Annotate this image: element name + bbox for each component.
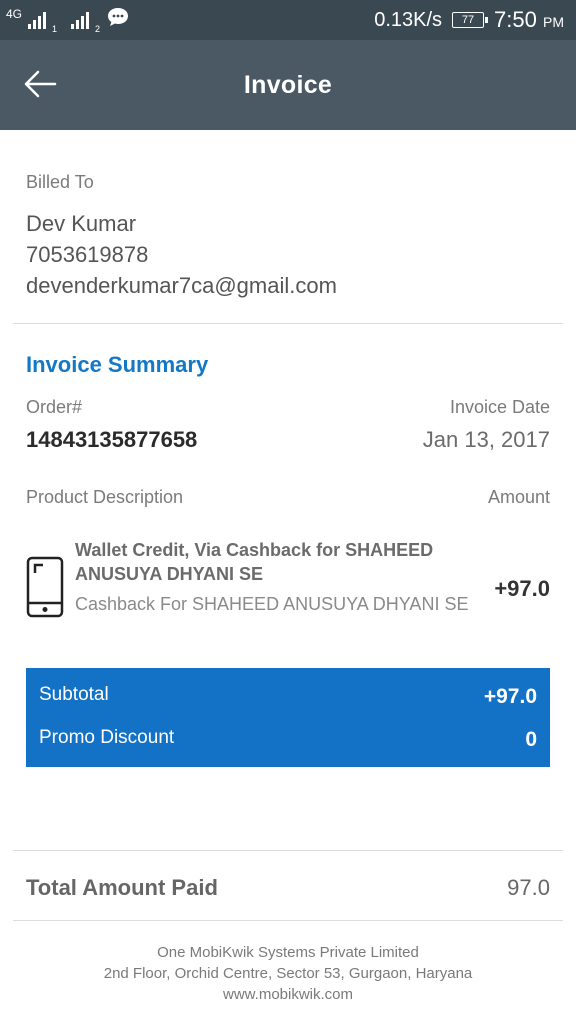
invoice-date: Jan 13, 2017 bbox=[422, 427, 550, 452]
chat-notification-icon bbox=[106, 6, 130, 34]
clock: 7:50 PM bbox=[494, 7, 564, 33]
sim1-label: 1 bbox=[52, 24, 58, 34]
customer-phone: 7053619878 bbox=[26, 242, 149, 267]
customer-name: Dev Kumar bbox=[26, 211, 137, 236]
item-subtitle: Cashback For SHAHEED ANUSUYA DHYANI SE bbox=[75, 594, 469, 614]
order-label: Order# bbox=[26, 397, 83, 417]
divider bbox=[13, 323, 563, 324]
signal-strength-icon bbox=[71, 11, 90, 29]
total-amount-paid-value: 97.0 bbox=[507, 875, 550, 900]
signal-strength-icon bbox=[28, 11, 47, 29]
invoice-summary-title: Invoice Summary bbox=[26, 352, 209, 377]
billed-to-label: Billed To bbox=[26, 172, 94, 192]
battery-icon: 77 bbox=[452, 12, 489, 28]
footer-address: 2nd Floor, Orchid Centre, Sector 53, Gur… bbox=[103, 965, 473, 982]
promo-discount-value: 0 bbox=[525, 728, 537, 751]
clock-ampm: PM bbox=[543, 14, 564, 30]
mobile-phone-icon bbox=[26, 556, 64, 618]
footer-company: One MobiKwik Systems Private Limited bbox=[157, 944, 419, 961]
subtotal-value: +97.0 bbox=[483, 685, 537, 708]
divider bbox=[13, 850, 563, 851]
back-button[interactable] bbox=[20, 64, 60, 104]
sim2-label: 2 bbox=[95, 24, 101, 34]
status-right: 0.13K/s 77 7:50 PM bbox=[374, 7, 564, 33]
app-bar: Invoice bbox=[0, 40, 576, 130]
billed-to-details: Dev Kumar 7053619878 devenderkumar7ca@gm… bbox=[26, 208, 337, 301]
network-speed: 0.13K/s bbox=[374, 8, 443, 31]
footer: One MobiKwik Systems Private Limited 2nd… bbox=[0, 942, 576, 1005]
promo-discount-label: Promo Discount bbox=[39, 727, 175, 748]
status-left: 4G 1 2 bbox=[6, 6, 130, 34]
page-title: Invoice bbox=[243, 70, 333, 99]
totals-box: Subtotal +97.0 Promo Discount 0 bbox=[26, 668, 550, 767]
subtotal-label: Subtotal bbox=[39, 684, 109, 705]
order-number: 14843135877658 bbox=[26, 427, 198, 452]
amount-header: Amount bbox=[487, 487, 550, 507]
customer-email: devenderkumar7ca@gmail.com bbox=[26, 273, 337, 298]
product-description-header: Product Description bbox=[26, 487, 184, 507]
item-amount: +97.0 bbox=[494, 576, 550, 601]
item-title: Wallet Credit, Via Cashback for SHAHEED … bbox=[75, 540, 434, 584]
battery-level: 77 bbox=[461, 14, 475, 26]
arrow-left-icon bbox=[24, 70, 57, 98]
clock-time: 7:50 bbox=[494, 7, 537, 32]
invoice-date-label: Invoice Date bbox=[449, 397, 550, 417]
total-amount-paid-label: Total Amount Paid bbox=[26, 875, 218, 900]
footer-website[interactable]: www.mobikwik.com bbox=[0, 984, 576, 1005]
status-bar: 4G 1 2 0.13K/s 77 7:50 PM bbox=[0, 0, 576, 40]
network-type-label: 4G bbox=[6, 7, 23, 21]
divider bbox=[13, 920, 563, 921]
